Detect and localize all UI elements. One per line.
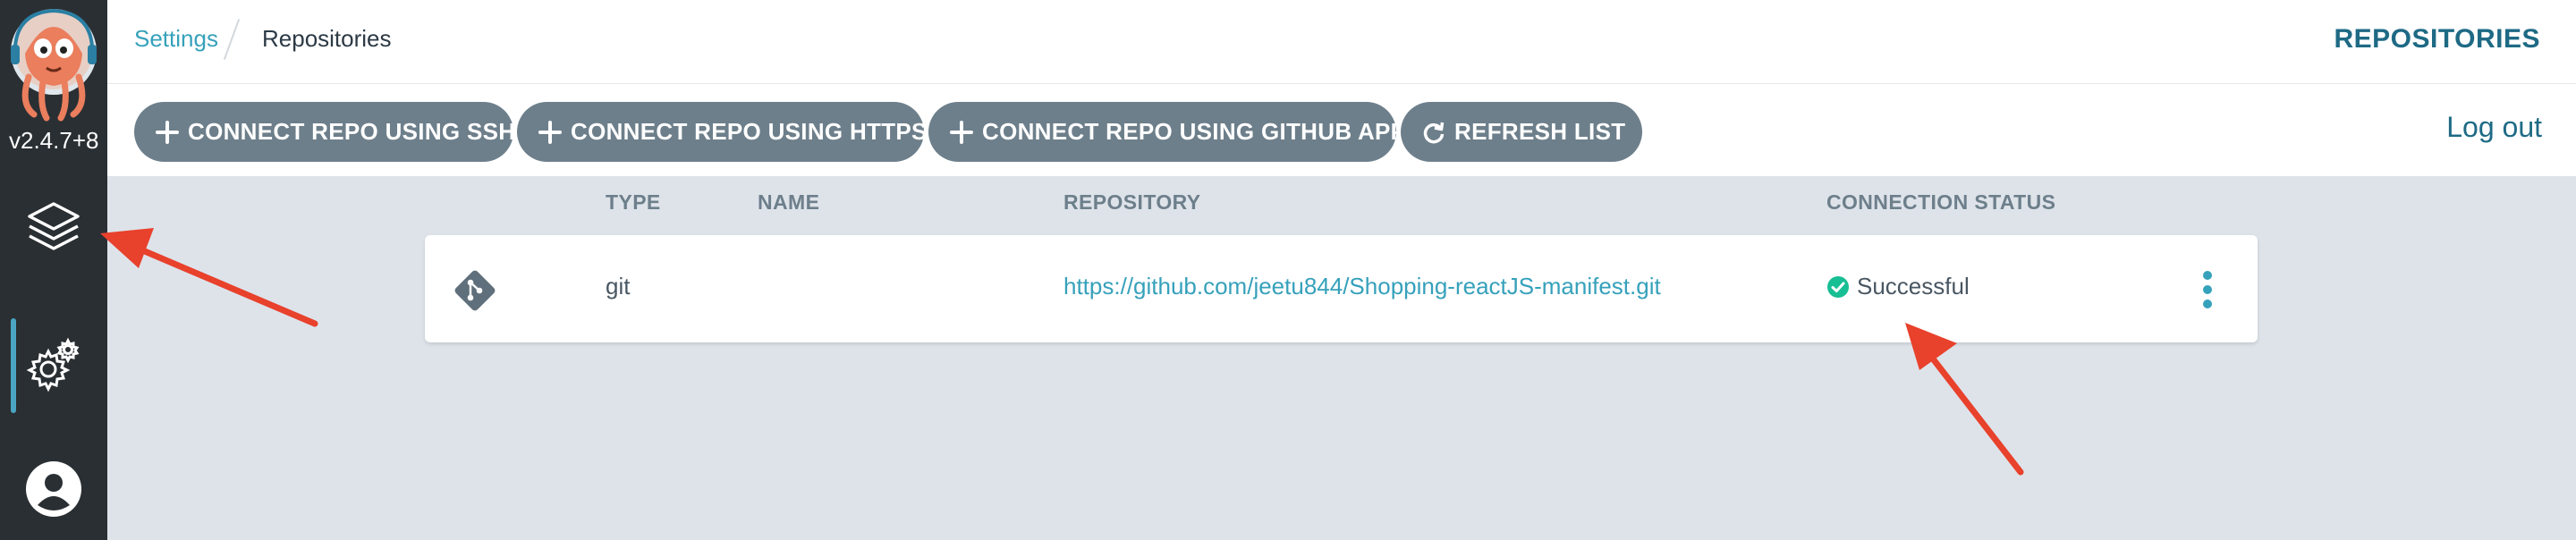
column-header-type: TYPE [606,190,661,214]
row-actions-menu[interactable] [2190,269,2225,310]
connect-ssh-button[interactable]: CONNECT REPO USING SSH [134,102,516,162]
refresh-list-button[interactable]: REFRESH LIST [1401,102,1642,162]
annotation-arrow-sidebar [100,228,318,327]
refresh-list-label: REFRESH LIST [1454,118,1626,145]
breadcrumb-settings[interactable]: Settings [134,25,218,53]
repo-url-link[interactable]: https://github.com/jeetu844/Shopping-rea… [1063,273,1661,300]
breadcrumb-separator [223,19,241,60]
connect-https-label: CONNECT REPO USING HTTPS [571,118,928,145]
sidebar-item-settings[interactable] [0,318,107,413]
top-bar: Settings Repositories REPOSITORIES [107,0,2576,84]
check-circle-icon [1826,275,1850,299]
page-title: REPOSITORIES [2334,24,2540,54]
refresh-icon [1422,121,1445,144]
logout-link[interactable]: Log out [2446,111,2542,144]
plus-icon [950,120,973,144]
connect-https-button[interactable]: CONNECT REPO USING HTTPS [517,102,927,162]
gear-icon [25,335,82,397]
breadcrumb-current: Repositories [262,25,392,52]
layers-icon [24,198,83,262]
sidebar: v2.4.7+8 [0,0,107,540]
connect-github-app-button[interactable]: CONNECT REPO USING GITHUB APP [928,102,1406,162]
repo-type: git [606,273,631,300]
plus-icon [538,120,562,144]
column-header-connection-status: CONNECTION STATUS [1826,190,2056,214]
kebab-menu-icon [2201,269,2214,310]
toolbar: CONNECT REPO USING SSH CONNECT REPO USIN… [107,84,2576,176]
connect-github-app-label: CONNECT REPO USING GITHUB APP [982,118,1407,145]
sidebar-item-user[interactable] [0,442,107,540]
plus-icon [156,120,179,144]
version-label: v2.4.7+8 [9,127,99,154]
column-header-name: NAME [758,190,820,214]
user-icon [25,460,82,522]
connection-status-label: Successful [1857,273,1970,300]
connect-ssh-label: CONNECT REPO USING SSH [188,118,516,145]
table-row[interactable]: git https://github.com/jeetu844/Shopping… [425,235,2258,342]
annotation-arrow-status [1905,323,2024,476]
column-header-repository: REPOSITORY [1063,190,1201,214]
git-icon [452,267,498,318]
sidebar-item-applications[interactable] [0,181,107,279]
argo-logo[interactable] [7,5,100,122]
connection-status: Successful [1826,273,1970,300]
